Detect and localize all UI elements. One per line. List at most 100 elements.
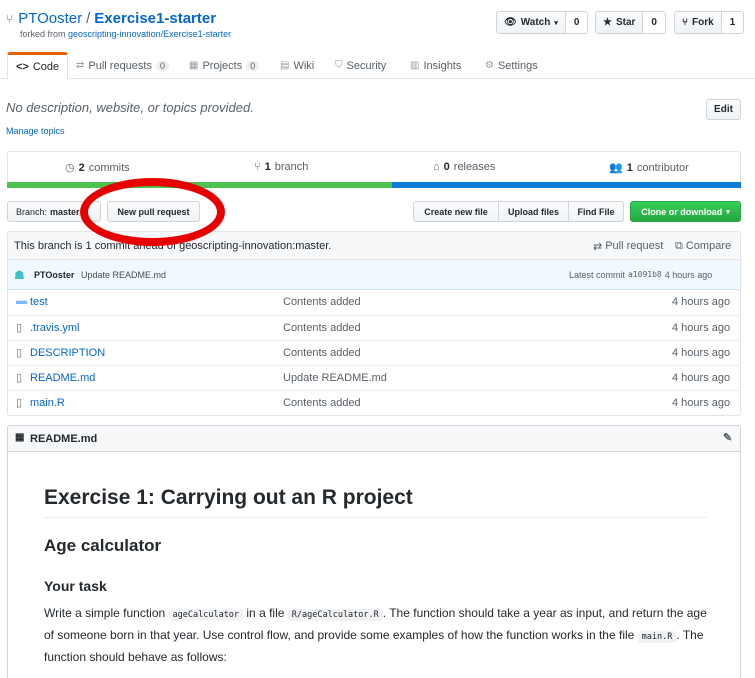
- star-button[interactable]: ★ Star: [595, 11, 644, 34]
- forked-from-prefix: forked from: [20, 29, 66, 39]
- file-name-link[interactable]: .travis.yml: [30, 322, 80, 334]
- tab-insights[interactable]: ▥ Insights: [410, 52, 461, 79]
- repo-name-link[interactable]: Exercise1-starter: [94, 10, 216, 27]
- contributor-count: 1: [626, 161, 633, 174]
- file-commit-message[interactable]: Contents added: [283, 296, 361, 308]
- readme-filename: README.md: [30, 433, 98, 445]
- commit-prefix: Latest commit: [569, 270, 626, 280]
- file-icon: ▯: [16, 347, 23, 359]
- file-age: 4 hours ago: [672, 397, 731, 409]
- tab-pull-requests-count: 0: [155, 60, 169, 71]
- tab-pull-requests[interactable]: ⇄ Pull requests 0: [76, 52, 169, 79]
- commit-author[interactable]: PTOoster: [34, 270, 74, 280]
- clone-or-download-button[interactable]: Clone or download ▾: [630, 201, 741, 222]
- compare-icon: ⧉: [675, 240, 683, 252]
- history-icon: ◷: [65, 162, 75, 174]
- file-age: 4 hours ago: [672, 296, 731, 308]
- readme-text-1: Write a simple function: [44, 606, 166, 620]
- book-icon: ▤: [280, 60, 290, 71]
- fork-button[interactable]: ⑂ Fork: [674, 11, 722, 34]
- tab-projects[interactable]: ▦ Projects 0: [189, 52, 260, 79]
- watch-label: Watch: [520, 17, 551, 28]
- repo-header: ⑂ PTOoster / Exercise1-starter forked fr…: [6, 10, 231, 39]
- annotation-circle: [80, 178, 225, 246]
- tab-wiki[interactable]: ▤ Wiki: [280, 52, 314, 79]
- contributors-link[interactable]: 👥 1 contributor: [609, 161, 689, 175]
- compare-link-label: Compare: [685, 240, 732, 252]
- find-file-button[interactable]: Find File: [568, 201, 624, 222]
- caret-down-icon: ▾: [726, 208, 730, 216]
- file-row: ▬ test Contents added 4 hours ago: [8, 290, 740, 315]
- readme-code-2: R/ageCalculator.R: [287, 609, 383, 621]
- branch-icon: ⑂: [254, 161, 261, 173]
- pull-request-link[interactable]: ⇄ Pull request: [593, 240, 663, 253]
- branch-select-value: master: [50, 206, 80, 217]
- releases-count: 0: [443, 161, 450, 173]
- commit-time: 4 hours ago: [664, 270, 713, 280]
- upload-files-button[interactable]: Upload files: [498, 201, 569, 222]
- pull-request-icon: ⇄: [76, 60, 85, 71]
- commit-sha[interactable]: a1091b8: [628, 270, 662, 280]
- tab-security[interactable]: ⛉ Security: [335, 52, 386, 79]
- branch-label: branch: [274, 161, 309, 173]
- fork-label: Fork: [692, 17, 714, 28]
- file-name-link[interactable]: test: [30, 296, 48, 308]
- pull-request-icon: ⇄: [593, 241, 603, 253]
- tab-code-label: Code: [32, 61, 60, 73]
- fork-icon: ⑂: [682, 17, 688, 28]
- file-name-link[interactable]: DESCRIPTION: [30, 347, 105, 359]
- tab-projects-label: Projects: [202, 59, 243, 72]
- tab-settings[interactable]: ⚙ Settings: [485, 52, 538, 79]
- tab-code[interactable]: <> Code: [7, 52, 69, 80]
- language-segment[interactable]: [392, 182, 741, 188]
- fork-count[interactable]: 1: [721, 11, 745, 34]
- file-icon: ▯: [16, 397, 23, 409]
- branches-link[interactable]: ⑂ 1 branch: [254, 161, 308, 173]
- repo-tabs: <> Code ⇄ Pull requests 0 ▦ Projects 0 ▤…: [0, 52, 755, 80]
- tab-security-label: Security: [346, 59, 387, 72]
- create-new-file-button[interactable]: Create new file: [413, 201, 499, 222]
- compare-link[interactable]: ⧉ Compare: [675, 240, 731, 253]
- edit-description-button[interactable]: Edit: [706, 99, 741, 120]
- tab-projects-count: 0: [246, 60, 260, 71]
- tab-pull-requests-label: Pull requests: [88, 59, 152, 72]
- code-icon: <>: [16, 61, 29, 73]
- file-commit-message[interactable]: Contents added: [283, 347, 361, 359]
- eye-icon: 👁: [504, 17, 517, 28]
- edit-pencil-icon[interactable]: ✎: [723, 431, 732, 444]
- file-row: ▯ DESCRIPTION Contents added 4 hours ago: [8, 340, 740, 365]
- avatar[interactable]: ☗: [14, 268, 25, 282]
- caret-down-icon: ▾: [554, 19, 558, 27]
- repo-title: ⑂ PTOoster / Exercise1-starter: [6, 10, 231, 27]
- manage-topics-link[interactable]: Manage topics: [6, 126, 65, 136]
- readme-header: ▦ README.md ✎: [8, 426, 740, 452]
- readme-text-2: in a file: [246, 606, 285, 620]
- file-commit-message[interactable]: Contents added: [283, 322, 361, 334]
- folder-icon: ▬: [16, 295, 27, 307]
- commit-message[interactable]: Update README.md: [81, 270, 166, 280]
- file-commit-message[interactable]: Update README.md: [283, 372, 387, 384]
- repo-owner-link[interactable]: PTOoster: [18, 10, 82, 27]
- star-icon: ★: [603, 17, 612, 28]
- commits-link[interactable]: ◷ 2 commits: [65, 161, 130, 175]
- file-row: ▯ main.R Contents added 4 hours ago: [8, 390, 740, 415]
- file-name-link[interactable]: main.R: [30, 397, 65, 409]
- file-row: ▯ README.md Update README.md 4 hours ago: [8, 365, 740, 390]
- pull-request-link-label: Pull request: [605, 240, 664, 252]
- file-commit-message[interactable]: Contents added: [283, 397, 361, 409]
- readme-paragraph: Write a simple function ageCalculator in…: [44, 603, 707, 667]
- latest-commit-row: ☗ PTOoster Update README.md Latest commi…: [8, 260, 740, 290]
- forked-from-link[interactable]: geoscripting-innovation/Exercise1-starte…: [68, 29, 231, 39]
- star-button-group: ★ Star 0: [595, 11, 666, 34]
- readme-book-icon: ▦: [15, 432, 25, 443]
- commit-meta: Latest commit a1091b8 4 hours ago: [569, 270, 712, 280]
- watch-button[interactable]: 👁 Watch ▾: [496, 11, 566, 34]
- releases-link[interactable]: ⌂ 0 releases: [433, 161, 495, 173]
- file-table: This branch is 1 commit ahead of geoscri…: [7, 231, 741, 416]
- star-count[interactable]: 0: [643, 11, 666, 34]
- project-icon: ▦: [189, 60, 199, 71]
- file-name-link[interactable]: README.md: [30, 372, 95, 384]
- file-age: 4 hours ago: [672, 347, 731, 359]
- tab-insights-label: Insights: [423, 59, 462, 72]
- watch-count[interactable]: 0: [565, 11, 589, 34]
